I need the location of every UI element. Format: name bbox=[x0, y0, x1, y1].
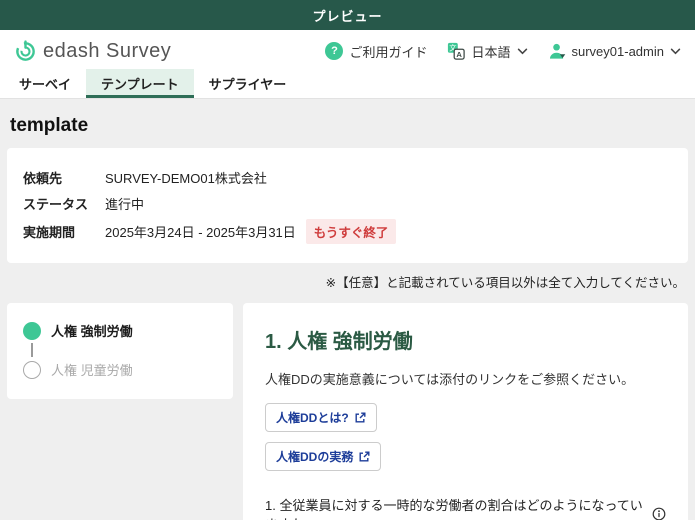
section-form-card: 1. 人権 強制労働 人権DDの実施意義については添付のリンクをご参照ください。… bbox=[243, 303, 688, 520]
stepper-item-forced-labor[interactable]: 人権 強制労働 bbox=[23, 321, 217, 340]
main-nav: サーベイ テンプレート サプライヤー bbox=[0, 69, 695, 99]
step-connector bbox=[31, 343, 33, 357]
info-label: ステータス bbox=[23, 197, 89, 212]
step-label: 人権 児童労働 bbox=[51, 363, 133, 378]
tab-template[interactable]: テンプレート bbox=[86, 69, 194, 98]
tab-supplier[interactable]: サプライヤー bbox=[194, 69, 302, 98]
link-row: 人権DDとは? bbox=[265, 403, 666, 442]
info-label: 依頼先 bbox=[23, 171, 63, 186]
language-label: 日本語 bbox=[471, 44, 511, 60]
step-active-icon bbox=[23, 321, 41, 340]
translate-icon: 文 A bbox=[447, 42, 466, 60]
user-avatar-icon bbox=[548, 42, 566, 60]
external-link-button-dd-about[interactable]: 人権DDとは? bbox=[265, 403, 377, 432]
required-note: ※【任意】と記載されている項目以外は全て入力してください。 bbox=[325, 276, 685, 290]
section-heading: 1. 人権 強制労働 bbox=[265, 331, 413, 353]
help-icon: ? bbox=[325, 42, 344, 60]
page-content: template 依頼先 SURVEY-DEMO01株式会社 ステータス 進行中… bbox=[0, 99, 695, 520]
two-column-layout: 人権 強制労働 人権 児童労働 1. 人権 強制労働 人権DDの実施意義について… bbox=[7, 303, 688, 520]
section-stepper-card: 人権 強制労働 人権 児童労働 bbox=[7, 303, 233, 399]
info-row-status: ステータス 進行中 bbox=[23, 193, 672, 214]
stepper-item-child-labor[interactable]: 人権 児童労働 bbox=[23, 360, 217, 379]
user-menu[interactable]: survey01-admin bbox=[548, 42, 682, 60]
edash-logo-icon bbox=[14, 39, 37, 63]
info-icon[interactable] bbox=[652, 507, 666, 520]
app-window: プレビュー edash Survey ? ご利用ガイド 文 A 日本語 surv… bbox=[0, 0, 695, 520]
chevron-down-icon bbox=[517, 48, 528, 55]
question-text: 1. 全従業員に対する一時的な労働者の割合はどのようになっていますか。 bbox=[265, 498, 643, 520]
ending-soon-badge: もうすぐ終了 bbox=[305, 219, 397, 244]
svg-text:A: A bbox=[457, 50, 463, 59]
info-row-period: 実施期間 2025年3月24日 - 2025年3月31日 もうすぐ終了 bbox=[23, 219, 672, 244]
help-guide-label: ご利用ガイド bbox=[349, 44, 428, 60]
step-label: 人権 強制労働 bbox=[51, 324, 133, 339]
tab-survey[interactable]: サーベイ bbox=[4, 69, 86, 98]
external-link-icon bbox=[354, 412, 366, 424]
external-link-icon bbox=[358, 451, 370, 463]
survey-info-card: 依頼先 SURVEY-DEMO01株式会社 ステータス 進行中 実施期間 202… bbox=[7, 148, 688, 263]
link-label: 人権DDの実務 bbox=[276, 450, 354, 464]
info-label: 実施期間 bbox=[23, 225, 76, 240]
logo[interactable]: edash Survey bbox=[14, 40, 171, 63]
info-value: 進行中 bbox=[105, 197, 145, 212]
section-description: 人権DDの実施意義については添付のリンクをご参照ください。 bbox=[265, 372, 635, 387]
link-label: 人権DDとは? bbox=[276, 411, 349, 425]
page-title: template bbox=[10, 115, 89, 136]
question-label: 1. 全従業員に対する一時的な労働者の割合はどのようになっていますか。 bbox=[265, 495, 666, 520]
chevron-down-icon bbox=[670, 48, 681, 55]
logo-wordmark: edash Survey bbox=[43, 39, 172, 62]
info-row-recipient: 依頼先 SURVEY-DEMO01株式会社 bbox=[23, 167, 672, 188]
step-pending-icon bbox=[23, 360, 41, 379]
preview-label: プレビュー bbox=[312, 8, 383, 24]
preview-bar: プレビュー bbox=[0, 0, 695, 30]
info-value: 2025年3月24日 - 2025年3月31日 bbox=[105, 225, 296, 240]
help-guide-link[interactable]: ? ご利用ガイド bbox=[325, 42, 427, 61]
link-row: 人権DDの実務 bbox=[265, 442, 666, 481]
user-name-label: survey01-admin bbox=[571, 43, 665, 59]
language-menu[interactable]: 文 A 日本語 bbox=[447, 42, 527, 61]
external-link-button-dd-practice[interactable]: 人権DDの実務 bbox=[265, 442, 382, 471]
info-value: SURVEY-DEMO01株式会社 bbox=[105, 171, 267, 186]
header: edash Survey ? ご利用ガイド 文 A 日本語 survey01-a… bbox=[0, 30, 695, 72]
header-actions: ? ご利用ガイド 文 A 日本語 survey01-admin bbox=[325, 42, 681, 61]
